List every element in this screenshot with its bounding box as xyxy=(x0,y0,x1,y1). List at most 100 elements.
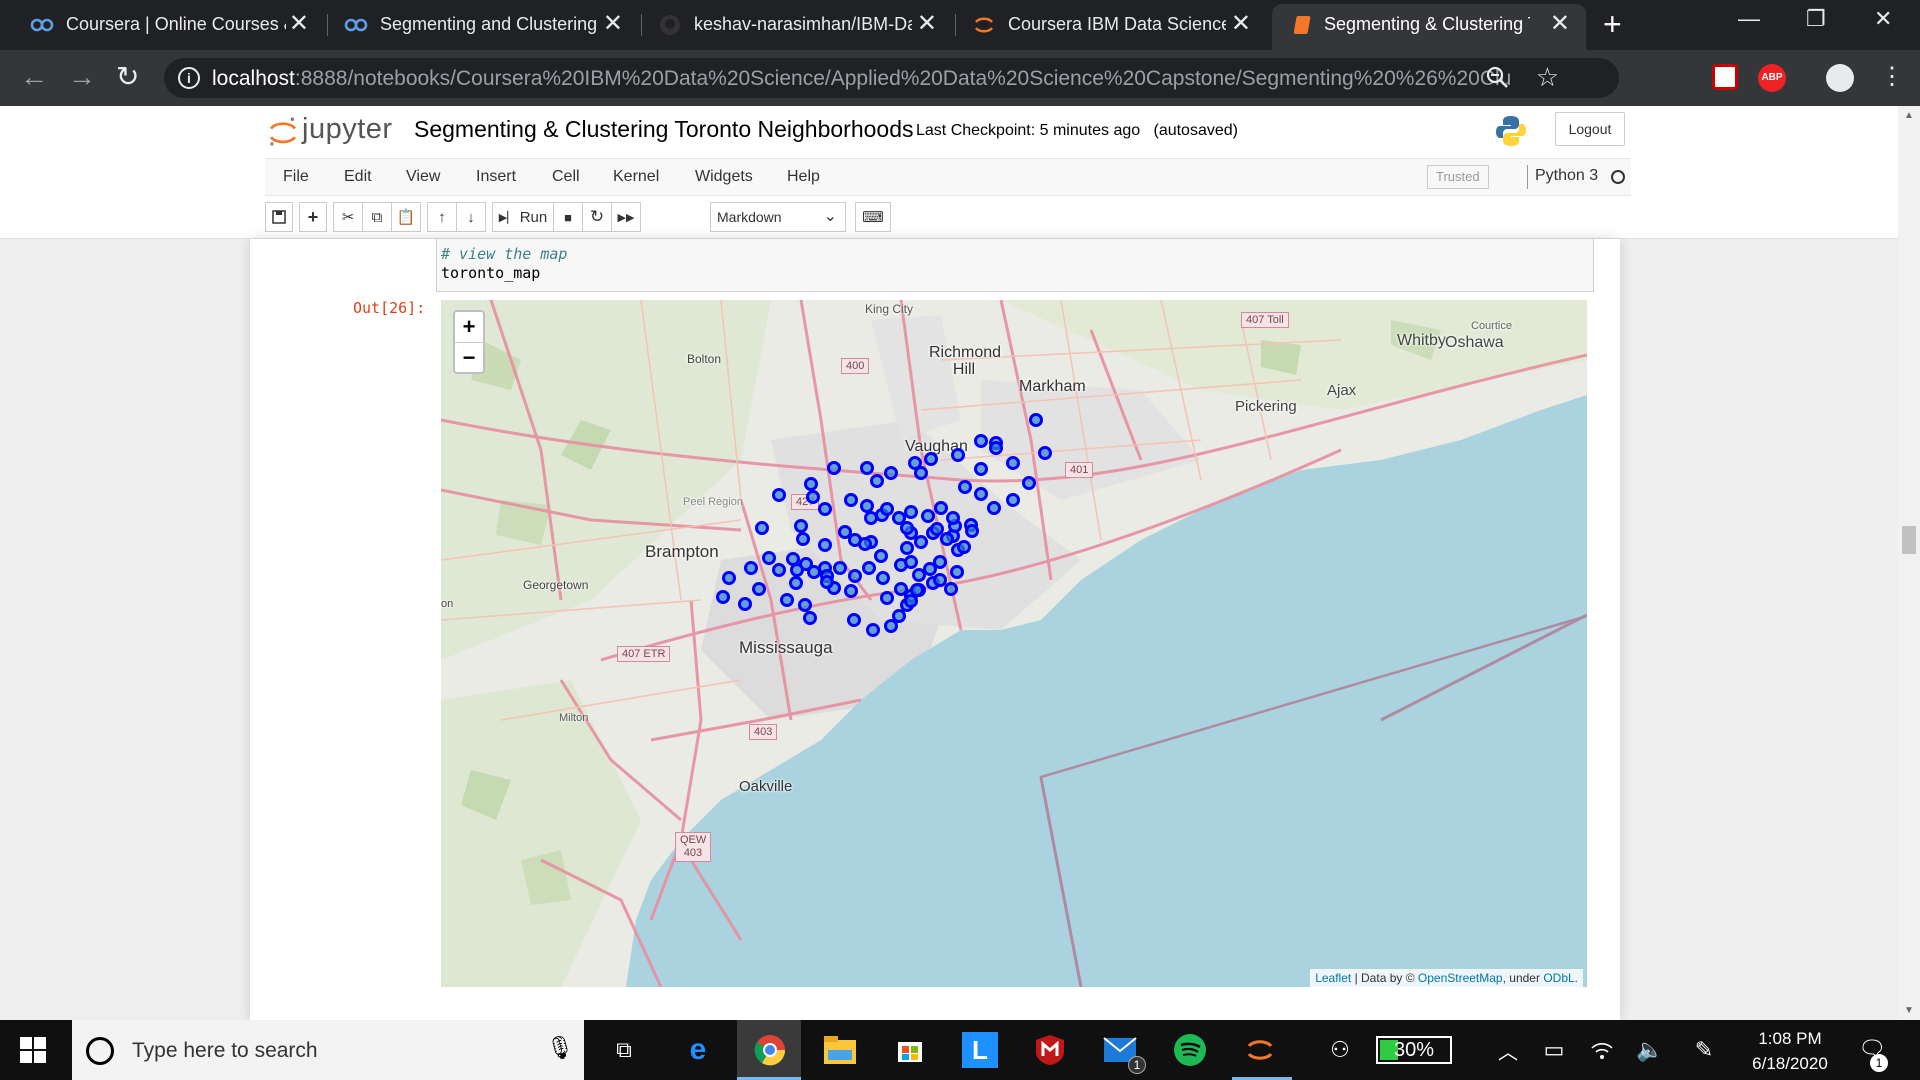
pocket-extension-icon[interactable] xyxy=(1712,64,1738,90)
keyboard-icon[interactable]: ⌨ xyxy=(855,202,891,232)
neighborhood-marker[interactable] xyxy=(786,552,800,566)
neighborhood-marker[interactable] xyxy=(894,582,908,596)
menu-widgets[interactable]: Widgets xyxy=(695,168,753,186)
neighborhood-marker[interactable] xyxy=(904,505,918,519)
close-tab-icon[interactable]: ✕ xyxy=(1550,12,1570,36)
move-up-icon[interactable]: ↑ xyxy=(427,202,457,232)
neighborhood-marker[interactable] xyxy=(934,501,948,515)
interrupt-icon[interactable]: ■ xyxy=(553,202,583,232)
volume-icon[interactable]: 🔈 xyxy=(1632,1032,1668,1068)
neighborhood-marker[interactable] xyxy=(914,535,928,549)
neighborhood-marker[interactable] xyxy=(864,511,878,525)
neighborhood-marker[interactable] xyxy=(912,568,926,582)
menu-help[interactable]: Help xyxy=(787,168,820,186)
restart-icon[interactable]: ↻ xyxy=(582,202,612,232)
microphone-icon[interactable]: 🎙 xyxy=(546,1035,574,1061)
jupyter-logo-icon[interactable] xyxy=(266,113,300,151)
trusted-indicator[interactable]: Trusted xyxy=(1427,165,1489,189)
neighborhood-marker[interactable] xyxy=(806,490,820,504)
neighborhood-marker[interactable] xyxy=(884,619,898,633)
cell-type-select[interactable]: Markdown ⌄ xyxy=(710,202,846,232)
neighborhood-marker[interactable] xyxy=(794,519,808,533)
logout-button[interactable]: Logout xyxy=(1555,112,1625,146)
kernel-name[interactable]: Python 3 xyxy=(1535,167,1598,185)
browser-menu-icon[interactable]: ⋮ xyxy=(1880,62,1906,90)
neighborhood-marker[interactable] xyxy=(892,609,906,623)
neighborhood-marker[interactable] xyxy=(974,434,988,448)
neighborhood-marker[interactable] xyxy=(989,441,1003,455)
neighborhood-marker[interactable] xyxy=(780,593,794,607)
neighborhood-marker[interactable] xyxy=(965,524,979,538)
neighborhood-marker[interactable] xyxy=(957,540,971,554)
scroll-down-icon[interactable]: ▼ xyxy=(1904,1005,1914,1016)
neighborhood-marker[interactable] xyxy=(827,461,841,475)
people-icon[interactable]: ⚇ xyxy=(1322,1032,1358,1068)
notebook-title[interactable]: Segmenting & Clustering Toronto Neighbor… xyxy=(414,116,914,143)
neighborhood-marker[interactable] xyxy=(946,511,960,525)
neighborhood-marker[interactable] xyxy=(862,561,876,575)
neighborhood-marker[interactable] xyxy=(772,563,786,577)
adblock-extension-icon[interactable]: ABP xyxy=(1758,64,1786,92)
address-bar[interactable]: i localhost:8888/notebooks/Coursera%20IB… xyxy=(164,58,1619,98)
neighborhood-marker[interactable] xyxy=(923,562,937,576)
neighborhood-marker[interactable] xyxy=(910,583,924,597)
neighborhood-marker[interactable] xyxy=(716,590,730,604)
back-icon[interactable]: ← xyxy=(20,62,48,92)
neighborhood-marker[interactable] xyxy=(752,582,766,596)
close-tab-icon[interactable]: ✕ xyxy=(1231,12,1251,36)
profile-icon[interactable] xyxy=(1826,64,1854,92)
copy-icon[interactable]: ⧉ xyxy=(362,202,392,232)
app-l-icon[interactable]: L xyxy=(962,1032,998,1068)
info-icon[interactable]: i xyxy=(178,67,200,89)
jupyter-app-icon[interactable] xyxy=(1242,1032,1278,1068)
neighborhood-marker[interactable] xyxy=(762,551,776,565)
neighborhood-marker[interactable] xyxy=(798,598,812,612)
osm-link[interactable]: OpenStreetMap xyxy=(1418,971,1503,985)
wifi-icon[interactable] xyxy=(1584,1032,1620,1068)
menu-view[interactable]: View xyxy=(406,168,440,186)
neighborhood-marker[interactable] xyxy=(908,456,922,470)
neighborhood-marker[interactable] xyxy=(930,522,944,536)
restart-run-all-icon[interactable]: ▶▶ xyxy=(611,202,641,232)
neighborhood-marker[interactable] xyxy=(987,501,1001,515)
neighborhood-marker[interactable] xyxy=(772,488,786,502)
close-tab-icon[interactable]: ✕ xyxy=(289,12,309,36)
neighborhood-marker[interactable] xyxy=(884,466,898,480)
save-icon[interactable] xyxy=(265,202,293,232)
run-button[interactable]: ▶▏ Run xyxy=(492,202,554,232)
neighborhood-marker[interactable] xyxy=(796,532,810,546)
tab-jupyter-tree[interactable]: Coursera IBM Data Science ✕ xyxy=(942,0,1267,50)
neighborhood-marker[interactable] xyxy=(807,565,821,579)
neighborhood-marker[interactable] xyxy=(958,480,972,494)
neighborhood-marker[interactable] xyxy=(880,591,894,605)
edge-icon[interactable]: e xyxy=(680,1032,716,1068)
zoom-in-button[interactable]: + xyxy=(455,312,483,342)
neighborhood-marker[interactable] xyxy=(844,584,858,598)
reload-icon[interactable]: ↻ xyxy=(116,62,139,92)
neighborhood-marker[interactable] xyxy=(860,461,874,475)
cut-icon[interactable]: ✂ xyxy=(333,202,363,232)
neighborhood-marker[interactable] xyxy=(876,571,890,585)
code-cell-input[interactable]: # view the map toronto_map xyxy=(436,239,1594,292)
neighborhood-marker[interactable] xyxy=(1029,413,1043,427)
menu-file[interactable]: File xyxy=(283,168,309,186)
neighborhood-marker[interactable] xyxy=(900,521,914,535)
tab-github-repo[interactable]: keshav-narasimhan/IBM-Da ✕ xyxy=(628,0,953,50)
neighborhood-marker[interactable] xyxy=(1006,456,1020,470)
system-clock[interactable]: 1:08 PM 6/18/2020 xyxy=(1740,1026,1840,1076)
neighborhood-marker[interactable] xyxy=(874,549,888,563)
show-hidden-icons[interactable]: ︿ xyxy=(1490,1032,1526,1068)
neighborhood-marker[interactable] xyxy=(847,613,861,627)
mcafee-icon[interactable] xyxy=(1032,1032,1068,1068)
insert-cell-icon[interactable]: + xyxy=(299,202,327,232)
neighborhood-marker[interactable] xyxy=(789,576,803,590)
neighborhood-marker[interactable] xyxy=(804,477,818,491)
new-tab-button[interactable]: + xyxy=(1603,8,1622,40)
bookmark-star-icon[interactable]: ☆ xyxy=(1536,62,1559,93)
neighborhood-marker[interactable] xyxy=(892,511,906,525)
neighborhood-marker[interactable] xyxy=(900,541,914,555)
leaflet-link[interactable]: Leaflet xyxy=(1315,971,1351,985)
neighborhood-marker[interactable] xyxy=(921,509,935,523)
menu-insert[interactable]: Insert xyxy=(476,168,516,186)
neighborhood-marker[interactable] xyxy=(820,575,834,589)
